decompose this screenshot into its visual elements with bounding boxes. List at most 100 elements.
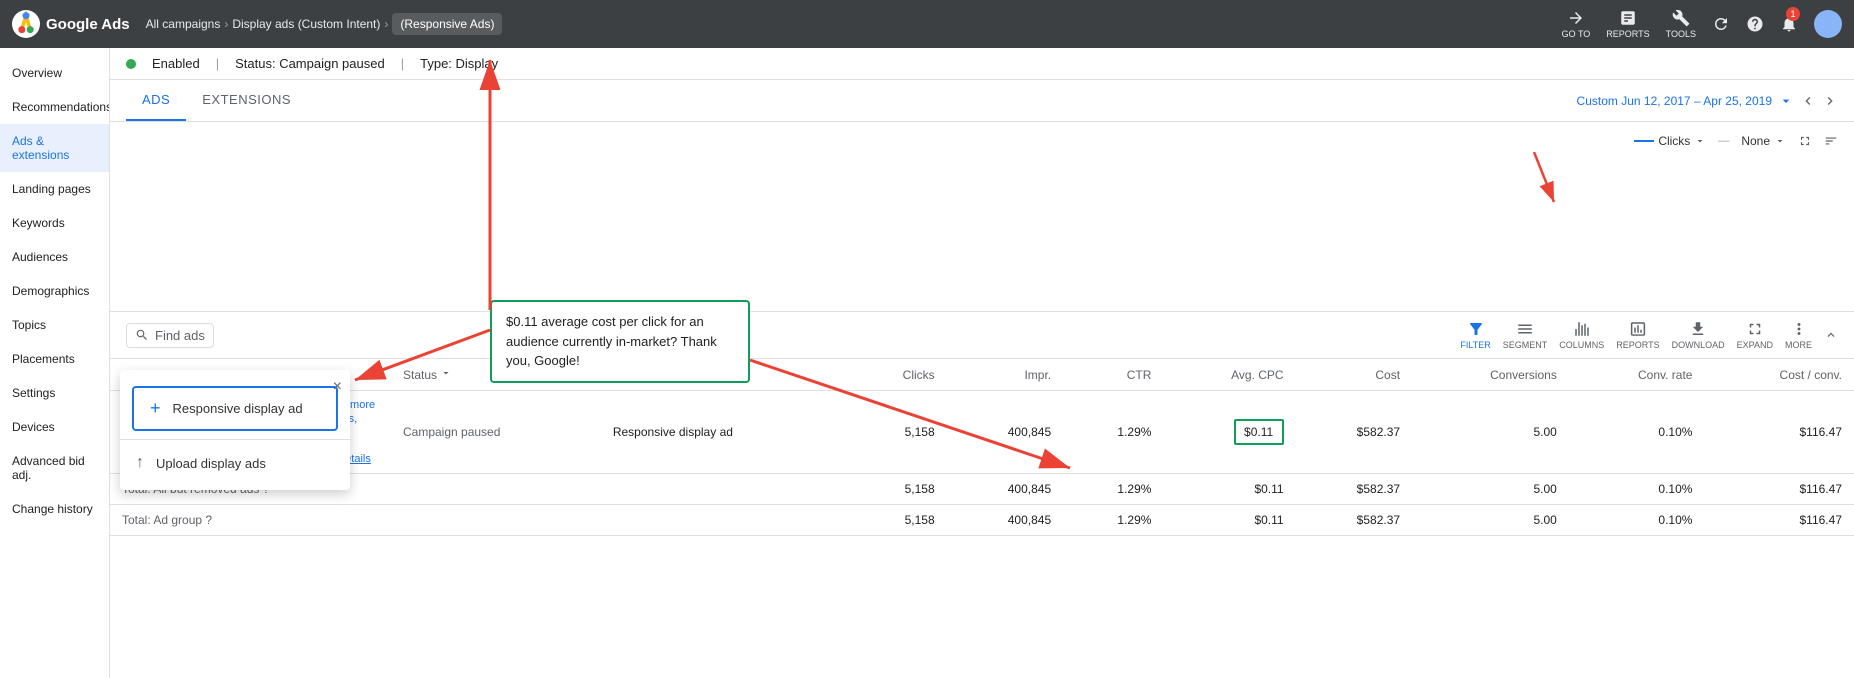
th-cost-conv[interactable]: Cost / conv. bbox=[1704, 359, 1854, 391]
upload-icon: ↑ bbox=[136, 454, 144, 472]
total-1-ctr: 1.29% bbox=[1063, 474, 1163, 505]
expand-table-button[interactable]: EXPAND bbox=[1737, 320, 1773, 350]
total-row-2: Total: Ad group ? 5,158 400,845 1.29% $0… bbox=[110, 505, 1854, 536]
add-ad-close-button[interactable]: × bbox=[333, 378, 342, 396]
help-button[interactable] bbox=[1746, 15, 1764, 33]
add-responsive-display-ad-button[interactable]: + Responsive display ad bbox=[132, 386, 338, 431]
more-options-button[interactable]: MORE bbox=[1785, 320, 1812, 350]
row-ad-type-cell: Responsive display ad bbox=[601, 391, 850, 474]
th-cost[interactable]: Cost bbox=[1296, 359, 1412, 391]
refresh-icon bbox=[1712, 15, 1730, 33]
reports-button[interactable]: REPORTS bbox=[1616, 320, 1659, 350]
row-clicks-cell: 5,158 bbox=[850, 391, 947, 474]
avatar[interactable] bbox=[1814, 10, 1842, 38]
th-clicks[interactable]: Clicks bbox=[850, 359, 947, 391]
breadcrumb-display-ads[interactable]: Display ads (Custom Intent) bbox=[232, 17, 380, 31]
search-ads-box[interactable]: Find ads bbox=[126, 323, 214, 348]
campaign-type: Type: Display bbox=[420, 56, 498, 71]
total-row-1: Total: All but removed ads ? 5,158 400,8… bbox=[110, 474, 1854, 505]
filter-button[interactable]: FILTER bbox=[1460, 320, 1490, 350]
sidebar-item-devices[interactable]: Devices bbox=[0, 410, 109, 444]
total-2-status bbox=[391, 505, 601, 536]
total-2-label-cell: Total: Ad group ? bbox=[110, 505, 391, 536]
th-conv-rate[interactable]: Conv. rate bbox=[1569, 359, 1705, 391]
help-icon bbox=[1746, 15, 1764, 33]
sidebar-item-overview[interactable]: Overview bbox=[0, 56, 109, 90]
reports-nav-button[interactable]: REPORTS bbox=[1606, 9, 1649, 39]
status-dot-enabled bbox=[126, 59, 136, 69]
date-range-selector[interactable]: Custom Jun 12, 2017 – Apr 25, 2019 bbox=[1577, 93, 1838, 109]
total-1-cost: $582.37 bbox=[1296, 474, 1412, 505]
chart-area: Clicks — None bbox=[110, 122, 1854, 312]
sidebar-item-audiences[interactable]: Audiences bbox=[0, 240, 109, 274]
search-icon bbox=[135, 328, 149, 342]
breadcrumb-responsive-ads: (Responsive Ads) bbox=[392, 13, 502, 35]
sort-icon bbox=[440, 367, 452, 379]
th-conversions[interactable]: Conversions bbox=[1412, 359, 1569, 391]
enabled-status: Enabled bbox=[152, 56, 200, 71]
table-row: +1 image 'Your C..." +4 more "Name Names… bbox=[110, 391, 1854, 474]
chart-legend-none[interactable]: None bbox=[1741, 134, 1786, 148]
sidebar-item-recommendations[interactable]: Recommendations bbox=[0, 90, 109, 124]
chevron-right-icon[interactable] bbox=[1822, 93, 1838, 109]
clicks-legend-label: Clicks bbox=[1658, 134, 1690, 148]
total-2-help-icon[interactable]: ? bbox=[205, 513, 212, 527]
tools-nav-button[interactable]: TOOLS bbox=[1666, 9, 1696, 39]
data-table-container: Status Ad type Clicks Impr. CTR Avg. CPC… bbox=[110, 359, 1854, 536]
total-2-impr: 400,845 bbox=[947, 505, 1063, 536]
total-2-cost-conv: $116.47 bbox=[1704, 505, 1854, 536]
sidebar-item-keywords[interactable]: Keywords bbox=[0, 206, 109, 240]
row-conversions-cell: 5.00 bbox=[1412, 391, 1569, 474]
total-1-conv-rate: 0.10% bbox=[1569, 474, 1705, 505]
segment-button[interactable]: SEGMENT bbox=[1503, 320, 1548, 350]
total-1-ad-type bbox=[601, 474, 850, 505]
columns-adjust-button[interactable] bbox=[1824, 134, 1838, 148]
sidebar-item-change-history[interactable]: Change history bbox=[0, 492, 109, 526]
sidebar-item-topics[interactable]: Topics bbox=[0, 308, 109, 342]
none-dropdown-icon[interactable] bbox=[1774, 135, 1786, 147]
total-1-conversions: 5.00 bbox=[1412, 474, 1569, 505]
total-1-cost-conv: $116.47 bbox=[1704, 474, 1854, 505]
chart-legend-clicks[interactable]: Clicks bbox=[1634, 134, 1706, 148]
upload-display-ads-button[interactable]: ↑ Upload display ads bbox=[120, 444, 350, 482]
clicks-dropdown-icon[interactable] bbox=[1694, 135, 1706, 147]
total-2-conversions: 5.00 bbox=[1412, 505, 1569, 536]
total-2-clicks: 5,158 bbox=[850, 505, 947, 536]
sidebar: Overview Recommendations Ads & extension… bbox=[0, 48, 110, 678]
sidebar-item-placements[interactable]: Placements bbox=[0, 342, 109, 376]
date-range-label: Custom Jun 12, 2017 – Apr 25, 2019 bbox=[1577, 94, 1772, 108]
refresh-button[interactable] bbox=[1712, 15, 1730, 33]
row-cost-cell: $582.37 bbox=[1296, 391, 1412, 474]
performance-chart: 3,000 1,500 0 Jun 2017 Apr 2019 bbox=[126, 156, 1838, 296]
upload-display-ads-label: Upload display ads bbox=[156, 456, 266, 471]
total-2-ad-type bbox=[601, 505, 850, 536]
th-ctr[interactable]: CTR bbox=[1063, 359, 1163, 391]
app-logo: Google Ads bbox=[12, 10, 130, 38]
goto-icon bbox=[1567, 9, 1585, 27]
th-avg-cpc[interactable]: Avg. CPC bbox=[1163, 359, 1295, 391]
sidebar-item-demographics[interactable]: Demographics bbox=[0, 274, 109, 308]
tab-extensions[interactable]: EXTENSIONS bbox=[186, 80, 307, 121]
sidebar-item-ads-extensions[interactable]: Ads & extensions bbox=[0, 124, 109, 172]
columns-icon bbox=[1573, 320, 1591, 338]
sidebar-item-settings[interactable]: Settings bbox=[0, 376, 109, 410]
chevron-left-icon[interactable] bbox=[1800, 93, 1816, 109]
goto-button[interactable]: GO TO bbox=[1562, 9, 1591, 39]
breadcrumb-all-campaigns[interactable]: All campaigns bbox=[146, 17, 221, 31]
total-2-cost: $582.37 bbox=[1296, 505, 1412, 536]
scroll-up-icon[interactable] bbox=[1824, 328, 1838, 342]
tools-icon bbox=[1672, 9, 1690, 27]
add-ad-menu: × + Responsive display ad ↑ Upload displ… bbox=[120, 370, 350, 490]
sidebar-item-landing-pages[interactable]: Landing pages bbox=[0, 172, 109, 206]
tab-ads[interactable]: ADS bbox=[126, 80, 186, 121]
top-nav-actions: GO TO REPORTS TOOLS 1 bbox=[1562, 9, 1842, 39]
status-bar: Enabled | Status: Campaign paused | Type… bbox=[110, 48, 1854, 80]
sidebar-item-advanced-bid[interactable]: Advanced bid adj. bbox=[0, 444, 109, 492]
columns-button[interactable]: COLUMNS bbox=[1559, 320, 1604, 350]
th-impr[interactable]: Impr. bbox=[947, 359, 1063, 391]
chart-expand-button[interactable] bbox=[1798, 134, 1812, 148]
none-legend-label: None bbox=[1741, 134, 1770, 148]
download-button[interactable]: DOWNLOAD bbox=[1672, 320, 1725, 350]
chevron-down-icon bbox=[1778, 93, 1794, 109]
notifications-button[interactable]: 1 bbox=[1780, 15, 1798, 33]
